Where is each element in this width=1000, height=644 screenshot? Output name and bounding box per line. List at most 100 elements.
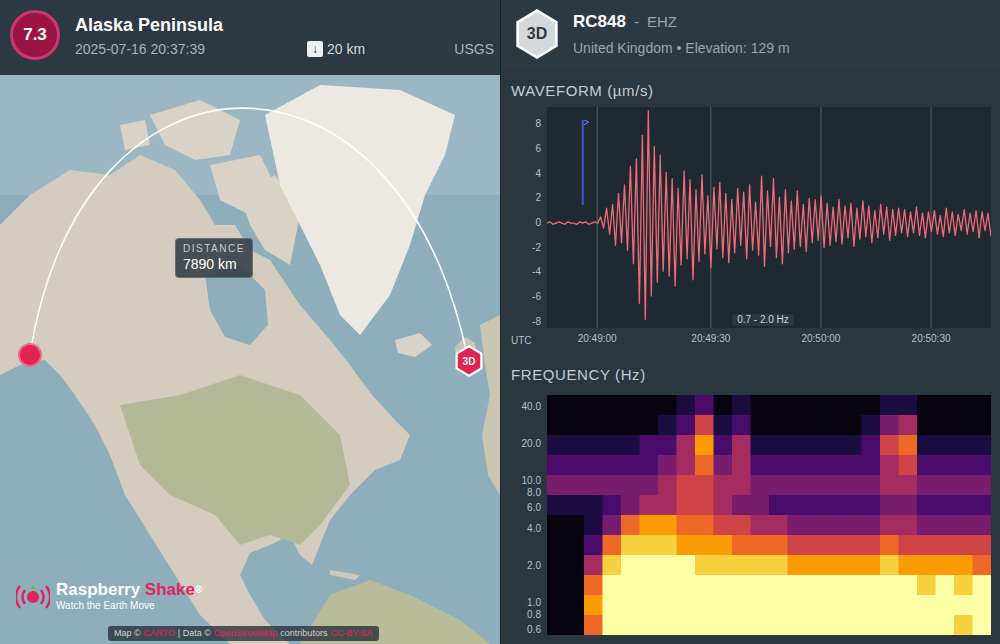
spectrogram-cell — [936, 535, 955, 556]
spectrogram-cell — [788, 435, 807, 456]
spectrogram-cell — [936, 515, 955, 536]
spectrogram-cell — [917, 415, 936, 436]
spectrogram-cell — [621, 575, 640, 596]
spectrogram-cell — [954, 535, 973, 556]
y-tick-label: 2.0 — [501, 561, 541, 571]
raspberry-shake-logo[interactable]: Raspberry Shake® Watch the Earth Move — [16, 580, 202, 612]
plot-background — [547, 395, 991, 635]
spectrogram-chart: 40.020.010.08.06.04.02.01.00.80.6 — [501, 390, 1000, 644]
spectrogram-cell — [732, 395, 751, 416]
spectrogram-cell — [640, 615, 659, 635]
spectrogram-cell — [769, 395, 788, 416]
spectrogram-cell — [603, 435, 622, 456]
distance-tooltip: DISTANCE 7890 km — [175, 238, 253, 278]
spectrogram-cell — [714, 475, 733, 496]
spectrogram-cell — [862, 595, 881, 616]
flag-shape — [584, 120, 589, 125]
x-tick-label: 20:50:30 — [912, 333, 951, 345]
y-tick-label: 10.0 — [501, 476, 541, 486]
attribution-link[interactable]: CC-BY-SA — [330, 627, 372, 640]
y-tick-label: 8 — [501, 119, 541, 129]
spectrogram-cell — [899, 515, 918, 536]
spectrogram-cell — [806, 615, 825, 635]
spectrogram-cell — [769, 455, 788, 476]
spectrogram-cell — [658, 535, 677, 556]
y-tick-label: 0.6 — [501, 625, 541, 635]
spectrogram-cell — [603, 415, 622, 436]
spectrogram-cell — [547, 595, 566, 616]
spectrogram-cell — [862, 455, 881, 476]
epicenter-pin[interactable] — [18, 343, 42, 367]
spectrogram-cell — [751, 495, 770, 516]
spectrogram-cell — [862, 575, 881, 596]
event-time: 2025-07-16 20:37:39 — [75, 40, 307, 58]
station-location: United Kingdom • Elevation: 129 m — [573, 39, 790, 57]
spectrogram-cell — [547, 415, 566, 436]
waveform-chart: 20:49:0020:49:3020:50:0020:50:3086420-2-… — [501, 102, 1000, 360]
raspberry-shake-icon[interactable] — [16, 581, 50, 611]
spectrogram-cell — [603, 575, 622, 596]
station-info: RC848 - EHZ United Kingdom • Elevation: … — [573, 11, 790, 57]
spectrogram-cell — [973, 515, 992, 536]
spectrogram-cell — [695, 455, 714, 476]
spectrogram-cell — [658, 455, 677, 476]
spectrogram-title: FREQUENCY (Hz) — [501, 360, 1000, 390]
spectrogram-cell — [714, 435, 733, 456]
spectrogram-cell — [973, 495, 992, 516]
attribution-link[interactable]: OpenStreetMap — [214, 627, 278, 640]
distance-label: DISTANCE — [183, 242, 245, 255]
spectrogram-cell — [788, 495, 807, 516]
spectrogram-cell — [769, 615, 788, 635]
logo-word: Raspberry — [56, 580, 140, 599]
spectrogram-cell — [658, 475, 677, 496]
spectrogram-cell — [621, 435, 640, 456]
station-pin-label[interactable]: 3D — [457, 348, 482, 375]
attribution-text: | Data © — [178, 627, 211, 640]
spectrogram-cell — [973, 415, 992, 436]
grid-line — [820, 107, 821, 328]
spectrogram-cell — [769, 475, 788, 496]
spectrogram-cell — [806, 415, 825, 436]
spectrogram-plot — [547, 395, 991, 635]
spectrogram-cell — [640, 495, 659, 516]
spectrogram-cell — [547, 455, 566, 476]
spectrogram-cell — [936, 615, 955, 635]
spectrogram-cell — [640, 535, 659, 556]
spectrogram-cell — [936, 455, 955, 476]
spectrogram-cell — [954, 435, 973, 456]
spectrogram-cell — [640, 575, 659, 596]
station-separator: - — [634, 11, 639, 34]
spectrogram-cell — [806, 475, 825, 496]
x-tick-label: 20:49:30 — [691, 333, 730, 345]
spectrogram-cell — [936, 395, 955, 416]
map-canvas[interactable] — [0, 75, 500, 644]
spectrogram-cell — [584, 555, 603, 576]
spectrogram-cell — [788, 475, 807, 496]
spectrogram-cell — [769, 515, 788, 536]
spectrogram-cell — [862, 515, 881, 536]
station-code: RC848 — [573, 11, 626, 33]
magnitude-badge: 7.3 — [10, 10, 60, 60]
spectrogram-cell — [621, 595, 640, 616]
spectrogram-cell — [714, 515, 733, 536]
spectrogram-cell — [954, 515, 973, 536]
spectrogram-cell — [677, 495, 696, 516]
spectrogram-cell — [880, 515, 899, 536]
spectrogram-cell — [862, 475, 881, 496]
map[interactable]: 3D DISTANCE 7890 km Raspberry Shake® Wat… — [0, 75, 500, 644]
spectrogram-cell — [825, 515, 844, 536]
spectrogram-cell — [825, 415, 844, 436]
spectrogram-cell — [880, 595, 899, 616]
spectrogram-cell — [640, 595, 659, 616]
spectrogram-cell — [677, 555, 696, 576]
spectrogram-cell — [584, 395, 603, 416]
spectrogram-cell — [880, 395, 899, 416]
spectrogram-cell — [584, 475, 603, 496]
y-tick-label: 6 — [501, 144, 541, 154]
spectrogram-cell — [899, 415, 918, 436]
spectrogram-cell — [973, 455, 992, 476]
spectrogram-cell — [658, 395, 677, 416]
y-tick-label: 8.0 — [501, 488, 541, 498]
spectrogram-cell — [640, 435, 659, 456]
attribution-link[interactable]: CARTO — [144, 627, 175, 640]
